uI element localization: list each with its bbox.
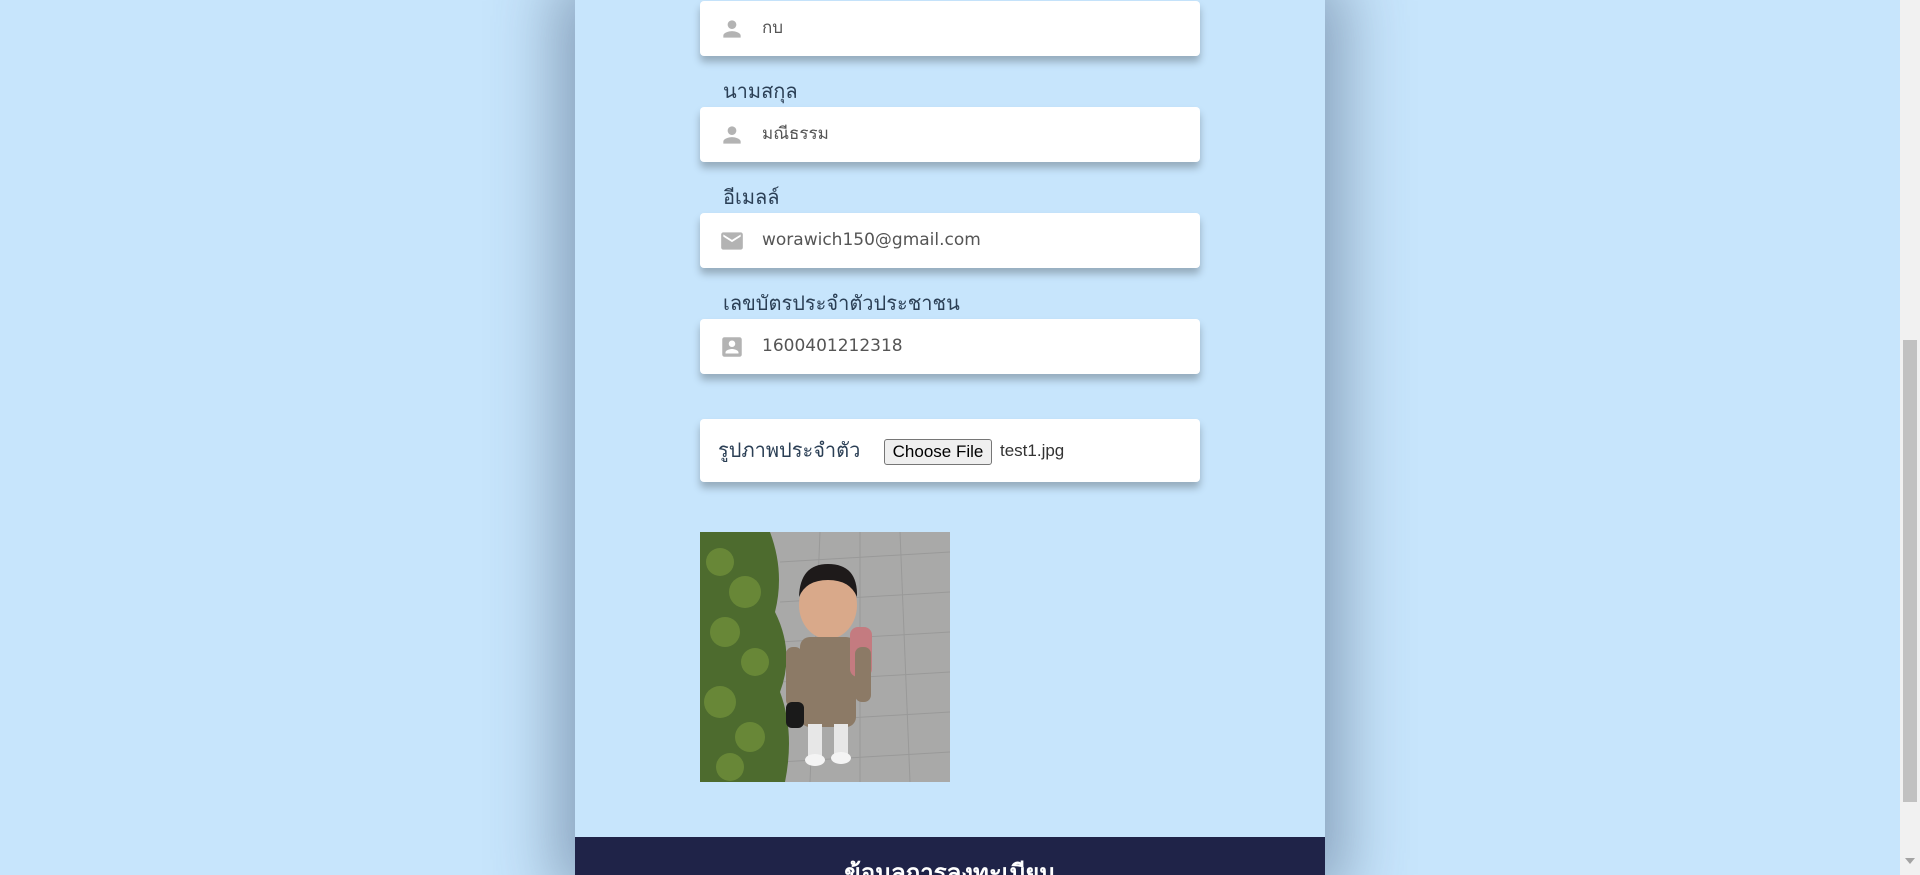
email-label: อีเมลล์ (723, 185, 780, 209)
first-name-value: กบ (762, 18, 784, 38)
id-number-label: เลขบัตรประจำตัวประชาชน (723, 291, 960, 315)
person-icon (719, 122, 745, 148)
email-field[interactable]: worawich150@gmail.com (700, 213, 1200, 268)
profile-photo-preview (700, 532, 950, 782)
photo-upload-field: รูปภาพประจำตัว Choose File test1.jpg (700, 419, 1200, 482)
last-name-field[interactable]: มณีธรรม (700, 107, 1200, 162)
registration-panel: กบ นามสกุล มณีธรรม อีเมลล์ worawich150@g… (575, 0, 1325, 875)
last-name-label: นามสกุล (723, 79, 798, 103)
page: กบ นามสกุล มณีธรรม อีเมลล์ worawich150@g… (0, 0, 1920, 875)
scrollbar-thumb[interactable] (1903, 340, 1917, 802)
chosen-file-name: test1.jpg (1000, 441, 1065, 460)
contact-card-icon (719, 334, 745, 360)
photo-upload-label: รูปภาพประจำตัว (718, 438, 861, 462)
last-name-value: มณีธรรม (762, 124, 829, 144)
email-value: worawich150@gmail.com (762, 230, 981, 250)
mail-icon (719, 228, 745, 254)
id-number-value: 1600401212318 (762, 336, 903, 356)
choose-file-button[interactable]: Choose File (884, 439, 992, 465)
id-number-field[interactable]: 1600401212318 (700, 319, 1200, 374)
person-icon (719, 16, 745, 42)
vertical-scrollbar[interactable] (1900, 0, 1920, 875)
scroll-down-arrow-icon[interactable] (1905, 858, 1915, 864)
first-name-field[interactable]: กบ (700, 1, 1200, 56)
photo-illustration (700, 532, 950, 782)
footer: ข้อมูลการลงทะเบียน (575, 837, 1325, 875)
footer-title: ข้อมูลการลงทะเบียน (844, 859, 1056, 875)
